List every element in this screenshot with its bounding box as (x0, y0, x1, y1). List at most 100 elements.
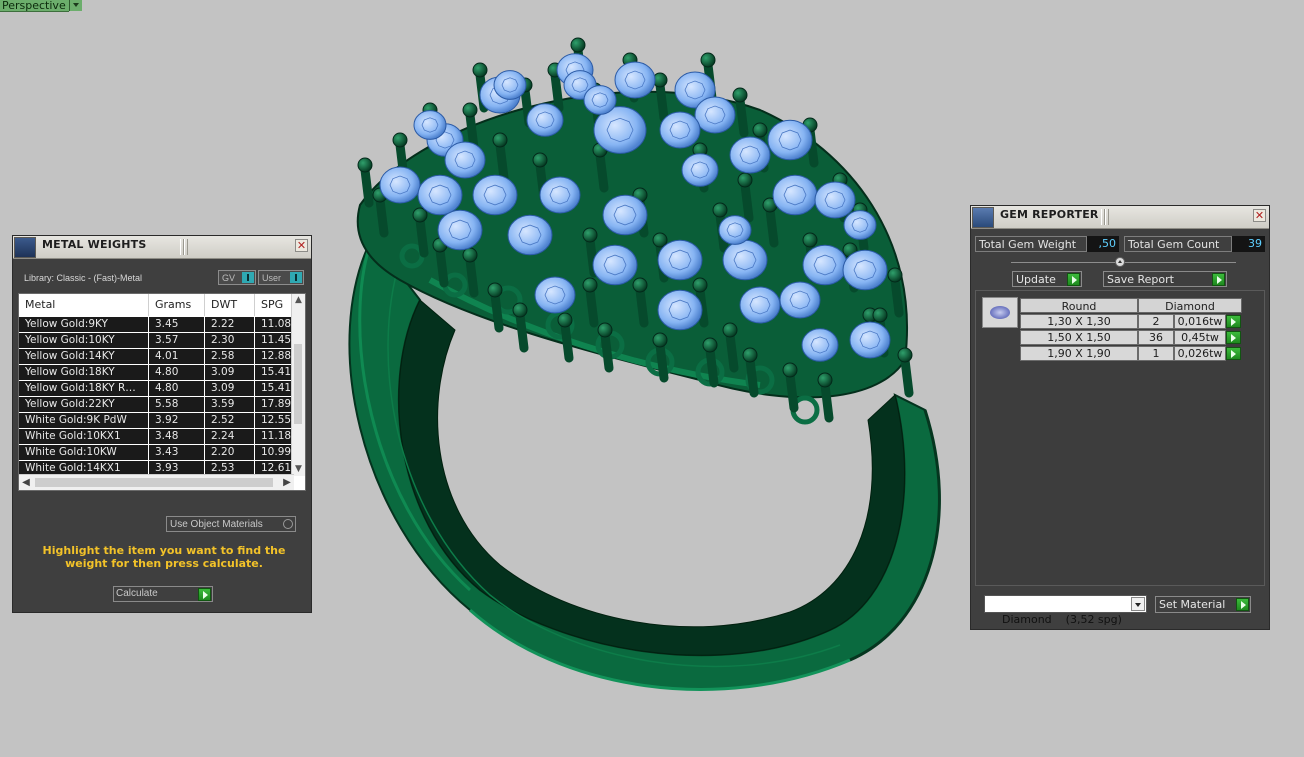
play-arrow-icon[interactable] (1226, 347, 1241, 360)
play-arrow-icon[interactable] (1226, 331, 1241, 344)
calculate-label: Calculate (116, 588, 158, 599)
metal-weights-titlebar[interactable]: METAL WEIGHTS ✕ (13, 236, 311, 259)
table-row[interactable]: White Gold:10KX1 3.48 2.24 11.18 (19, 429, 294, 445)
play-arrow-icon[interactable] (1212, 273, 1225, 286)
spg-cell: 10.99 (255, 445, 293, 460)
column-header-spg[interactable]: SPG (255, 294, 294, 316)
table-row[interactable]: Yellow Gold:22KY 5.58 3.59 17.89 (19, 397, 294, 413)
grams-cell: 3.48 (149, 429, 204, 444)
spg-cell: 11.08 (255, 317, 293, 332)
dwt-cell: 2.22 (205, 317, 254, 332)
panel-title: GEM REPORTER (1000, 208, 1099, 221)
set-material-label: Set Material (1159, 598, 1226, 611)
chevron-down-icon[interactable] (1131, 597, 1145, 611)
gem-reporter-titlebar[interactable]: GEM REPORTER ✕ (971, 206, 1269, 229)
user-toggle[interactable]: User (258, 270, 304, 285)
scroll-thumb[interactable] (294, 344, 302, 424)
close-icon[interactable]: ✕ (295, 239, 308, 252)
metal-table-header: Metal Grams DWT SPG (19, 294, 294, 316)
grams-cell: 4.80 (149, 381, 204, 396)
table-row[interactable]: White Gold:9K PdW 3.92 2.52 12.55 (19, 413, 294, 429)
column-header-shape: Round (1020, 298, 1138, 313)
radio-icon (283, 519, 293, 529)
grams-cell: 3.57 (149, 333, 204, 348)
gem-count-cell: 1 (1138, 346, 1174, 361)
gem-weight-cell: 0,45tw (1174, 330, 1226, 345)
grams-cell: 4.01 (149, 349, 204, 364)
table-row[interactable]: White Gold:10KW 3.43 2.20 10.99 (19, 445, 294, 461)
dwt-cell: 3.59 (205, 397, 254, 412)
column-header-grams[interactable]: Grams (149, 294, 205, 316)
column-header-material: Diamond (1138, 298, 1242, 313)
play-arrow-icon[interactable] (1226, 315, 1241, 328)
panel-title: METAL WEIGHTS (42, 238, 147, 251)
gem-reporter-panel: GEM REPORTER ✕ Total Gem Weight ,50 Tota… (970, 205, 1270, 630)
table-row[interactable]: Yellow Gold:14KY 4.01 2.58 12.88 (19, 349, 294, 365)
grams-cell: 3.45 (149, 317, 204, 332)
dwt-cell: 2.58 (205, 349, 254, 364)
spg-cell: 11.45 (255, 333, 293, 348)
scroll-left-icon[interactable]: ◀ (19, 475, 33, 490)
horizontal-scrollbar[interactable]: ◀ ▶ (19, 474, 294, 490)
dwt-cell: 3.09 (205, 381, 254, 396)
gem-weight-cell: 0,026tw (1174, 346, 1226, 361)
gem-table-row[interactable]: 1,90 X 1,90 1 0,026tw (1020, 346, 1242, 362)
material-select[interactable]: Diamond (3,52 spg) (984, 595, 1147, 626)
gem-table-row[interactable]: 1,50 X 1,50 36 0,45tw (1020, 330, 1242, 346)
calculate-button[interactable]: Calculate (113, 586, 213, 602)
metal-name-cell: Yellow Gold:14KY (19, 349, 148, 364)
total-gem-count-value: 39 (1232, 236, 1265, 252)
play-arrow-icon[interactable] (1236, 598, 1249, 611)
grams-cell: 3.43 (149, 445, 204, 460)
vertical-scrollbar[interactable]: ▲ ▼ (291, 294, 305, 476)
play-arrow-icon[interactable] (1067, 273, 1080, 286)
scroll-up-icon[interactable]: ▲ (292, 294, 305, 307)
dwt-cell: 2.52 (205, 413, 254, 428)
library-label: Library: Classic - (Fast)-Metal (24, 273, 143, 283)
gem-count-cell: 36 (1138, 330, 1174, 345)
total-gem-count-label: Total Gem Count (1124, 236, 1232, 252)
metal-name-cell: Yellow Gold:18KY R… (19, 381, 148, 396)
titlebar-grip (184, 239, 188, 255)
save-report-label: Save Report (1107, 273, 1174, 286)
use-object-materials-toggle[interactable]: Use Object Materials (166, 516, 296, 532)
grams-cell: 4.80 (149, 365, 204, 380)
gem-size-cell: 1,50 X 1,50 (1020, 330, 1138, 345)
titlebar-grip (1105, 209, 1109, 225)
app-logo-icon (14, 237, 36, 258)
gv-toggle-label: GV (222, 273, 236, 283)
update-button[interactable]: Update (1012, 271, 1082, 287)
round-gem-icon[interactable] (982, 297, 1018, 328)
column-header-metal[interactable]: Metal (19, 294, 149, 316)
gem-size-cell: 1,30 X 1,30 (1020, 314, 1138, 329)
scroll-right-icon[interactable]: ▶ (280, 475, 294, 490)
table-row[interactable]: Yellow Gold:9KY 3.45 2.22 11.08 (19, 317, 294, 333)
metal-weights-panel: METAL WEIGHTS ✕ Library: Classic - (Fast… (12, 235, 312, 613)
spg-cell: 15.41 (255, 381, 293, 396)
save-report-button[interactable]: Save Report (1103, 271, 1227, 287)
grams-cell: 5.58 (149, 397, 204, 412)
metal-name-cell: White Gold:10KX1 (19, 429, 148, 444)
gv-toggle[interactable]: GV (218, 270, 256, 285)
play-arrow-icon[interactable] (198, 588, 211, 601)
collapse-toggle-icon[interactable] (1115, 257, 1125, 267)
table-row[interactable]: Yellow Gold:18KY 4.80 3.09 15.41 (19, 365, 294, 381)
gem-list-area: Round Diamond 1,30 X 1,30 2 0,016tw 1,50 X … (975, 290, 1265, 586)
metal-name-cell: White Gold:10KW (19, 445, 148, 460)
metal-table[interactable]: Metal Grams DWT SPG Yellow Gold:9KY 3.45 2… (18, 293, 306, 491)
dwt-cell: 2.24 (205, 429, 254, 444)
gem-size-cell: 1,90 X 1,90 (1020, 346, 1138, 361)
gem-weight-cell: 0,016tw (1174, 314, 1226, 329)
gem-table-row[interactable]: 1,30 X 1,30 2 0,016tw (1020, 314, 1242, 330)
table-row[interactable]: Yellow Gold:10KY 3.57 2.30 11.45 (19, 333, 294, 349)
total-gem-weight-label: Total Gem Weight (975, 236, 1087, 252)
column-header-dwt[interactable]: DWT (205, 294, 255, 316)
table-row[interactable]: Yellow Gold:18KY R… 4.80 3.09 15.41 (19, 381, 294, 397)
set-material-button[interactable]: Set Material (1155, 596, 1251, 613)
scroll-thumb[interactable] (35, 478, 273, 487)
metal-name-cell: Yellow Gold:22KY (19, 397, 148, 412)
total-gem-weight-value: ,50 (1087, 236, 1119, 252)
spg-cell: 12.88 (255, 349, 293, 364)
close-icon[interactable]: ✕ (1253, 209, 1266, 222)
metal-name-cell: White Gold:9K PdW (19, 413, 148, 428)
